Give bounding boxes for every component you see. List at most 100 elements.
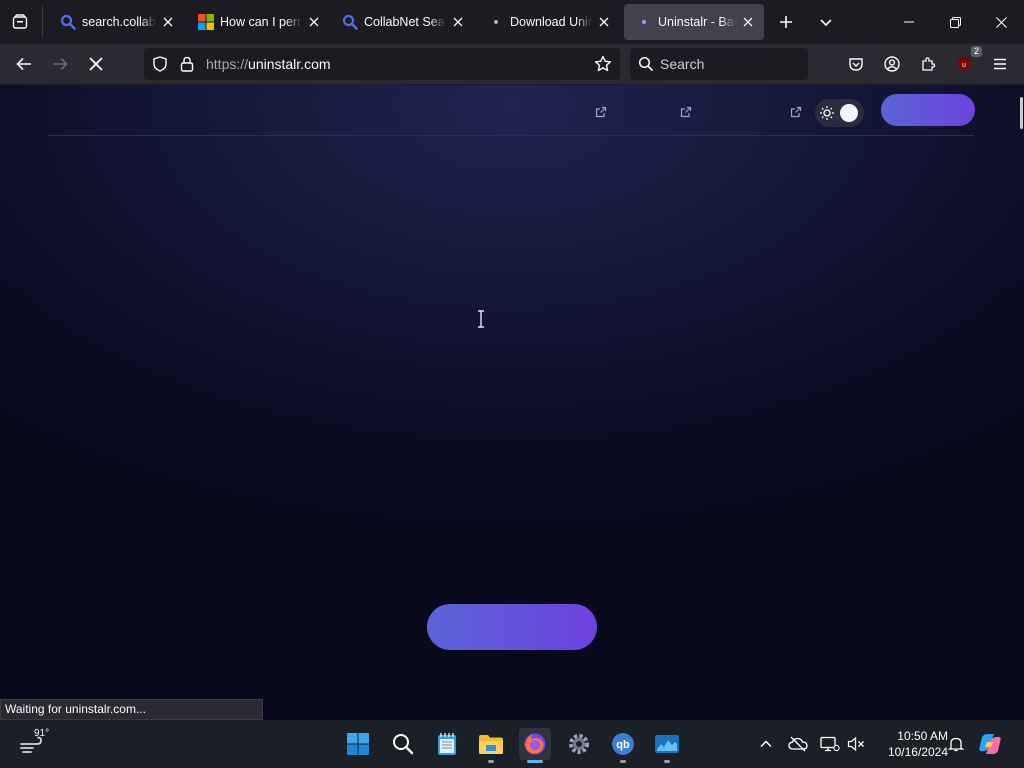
onedrive-tray[interactable] [786,732,810,756]
copilot-button[interactable] [978,732,1002,756]
tab-title: Uninstalr - Batch [658,15,736,29]
arrow-right-icon [53,57,68,71]
firefox-view-button[interactable] [6,8,34,36]
network-tray[interactable] [818,732,842,756]
running-indicator [620,760,626,763]
status-bar: Waiting for uninstalr.com... [0,699,263,720]
tab-how-can-i[interactable]: How can I perma [186,4,330,40]
ublock-shield-icon: u [958,57,970,71]
extensions-button[interactable] [914,50,942,78]
search-icon [342,14,358,30]
qbittorrent-icon: qb [612,733,634,755]
start-button[interactable] [342,728,374,760]
minimize-button[interactable] [886,0,932,44]
system-clock[interactable]: 10:50 AM 10/16/2024 [872,728,948,760]
tab-collabnet-searx[interactable]: CollabNet SearX [330,4,474,40]
notepad-app[interactable] [431,728,463,760]
taskbar-search-button[interactable] [387,728,419,760]
windows-taskbar: 91° qb 10:50 AM 10/16/2024 [0,720,1024,768]
notepad-icon [438,733,456,755]
bell-icon [948,737,964,752]
task-manager-app[interactable] [651,728,683,763]
tab-title: Download Unins [510,15,592,29]
qbittorrent-app[interactable]: qb [607,728,639,763]
firefox-app[interactable] [519,728,551,763]
tab-title: search.collabnet [82,15,156,29]
tab-strip: search.collabnet How can I perma CollabN… [0,0,1024,44]
close-tab-icon[interactable] [740,14,756,30]
back-button[interactable] [10,50,38,78]
account-button[interactable] [878,50,906,78]
lock-icon[interactable] [180,56,194,72]
url-bar[interactable]: https://uninstalr.com [144,48,620,80]
header-cta-button[interactable] [881,94,975,126]
hero-cta-button[interactable] [427,604,597,650]
clock-date: 10/16/2024 [887,745,948,759]
ublock-origin-button[interactable]: u 2 [950,46,982,78]
weather-temperature: 91° [34,728,50,739]
speaker-muted-icon [847,736,864,752]
close-tab-icon[interactable] [160,14,176,30]
bookmark-star-icon[interactable] [594,55,612,73]
text-cursor-icon [478,310,484,328]
minimize-icon [904,21,914,23]
chevron-down-icon [820,19,832,27]
running-indicator [664,760,670,763]
page-scrollbar[interactable] [1020,97,1023,129]
search-icon [60,14,76,30]
close-window-button[interactable] [978,0,1024,44]
hamburger-menu-icon [994,58,1006,70]
file-explorer-app[interactable] [475,728,507,763]
show-hidden-icons-button[interactable] [754,732,778,756]
close-tab-icon[interactable] [450,14,466,30]
gear-icon [569,734,589,754]
external-link-icon[interactable] [680,106,692,118]
svg-text:u: u [962,62,966,69]
stop-loading-button[interactable] [82,50,110,78]
url-text[interactable]: https://uninstalr.com [206,56,331,72]
search-placeholder: Search [660,56,705,72]
app-menu-button[interactable] [986,50,1014,78]
forward-button[interactable] [46,50,74,78]
sun-icon [820,106,834,120]
new-tab-button[interactable] [772,8,800,36]
svg-text:qb: qb [616,739,630,751]
settings-app[interactable] [563,728,595,760]
running-indicator [488,760,494,763]
loading-dot-icon [488,14,504,30]
tab-search-collabnet[interactable]: search.collabnet [48,4,184,40]
tab-uninstalr-batch[interactable]: Uninstalr - Batch [624,4,764,40]
close-icon [995,16,1007,28]
list-all-tabs-button[interactable] [812,8,840,36]
stop-icon [89,57,103,71]
header-divider [48,135,974,136]
navigation-toolbar: https://uninstalr.com Search u 2 [0,44,1024,84]
folder-icon [479,735,503,754]
pocket-button[interactable] [842,50,870,78]
copilot-icon [979,734,1001,754]
windows-logo-icon [347,733,369,755]
external-link-icon[interactable] [790,106,802,118]
tab-title: How can I perma [220,15,302,29]
cloud-offline-icon [788,736,808,752]
tab-download-uninstalr[interactable]: Download Unins [476,4,620,40]
restore-button[interactable] [932,0,978,44]
chevron-up-icon [760,740,772,748]
pocket-icon [849,58,863,71]
close-tab-icon[interactable] [596,14,612,30]
url-host: uninstalr.com [248,56,331,72]
external-link-icon[interactable] [595,106,607,118]
puzzle-icon [922,57,936,71]
close-tab-icon[interactable] [306,14,322,30]
notifications-button[interactable] [944,732,968,756]
restore-icon [949,16,961,28]
search-bar[interactable]: Search [630,48,808,80]
theme-toggle[interactable] [815,99,864,127]
shield-icon[interactable] [152,56,168,72]
clock-time: 10:50 AM [897,729,948,743]
account-icon [884,56,900,72]
toggle-knob [840,104,858,122]
volume-tray[interactable] [844,732,868,756]
plus-icon [780,16,792,28]
web-page-content [0,85,1024,720]
